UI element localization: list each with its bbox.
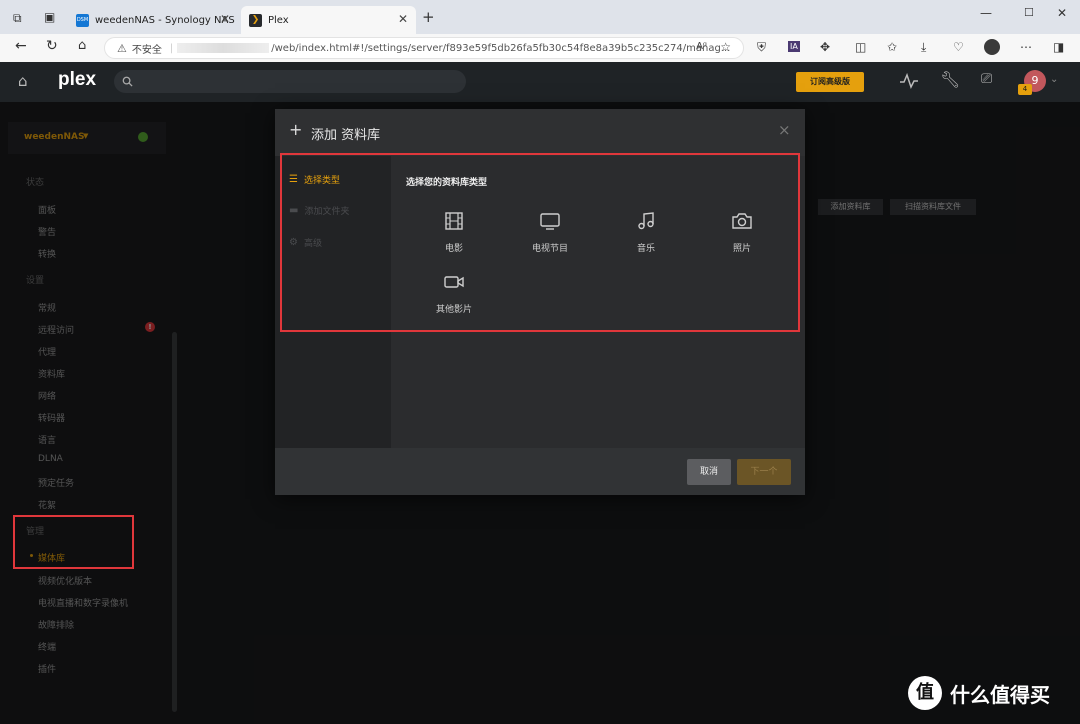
tab-strip: ⧉ ▣ DSM weedenNAS - Synology NAS ✕ ❯ Ple… xyxy=(0,0,1080,34)
dsm-favicon-icon: DSM xyxy=(76,13,89,27)
warning-icon: ⚠ xyxy=(117,41,127,55)
annotation-box-media-library xyxy=(13,515,134,569)
minimize-icon[interactable]: — xyxy=(980,6,992,20)
security-label: 不安全 xyxy=(131,44,162,56)
favorites-icon[interactable]: ✩ xyxy=(887,40,897,54)
search-icon xyxy=(122,76,133,87)
plus-icon: + xyxy=(289,120,303,139)
redacted-host xyxy=(177,43,270,53)
notification-badge: 4 xyxy=(1018,84,1032,95)
url-field[interactable]: ⚠ 不安全 | /web/index.html#!/settings/serve… xyxy=(104,37,744,59)
modal-title: 添加 资料库 xyxy=(311,128,381,143)
modal-footer: 取消 下一个 xyxy=(275,448,805,495)
tab-synology[interactable]: DSM weedenNAS - Synology NAS ✕ xyxy=(68,6,238,34)
tab-title: Plex xyxy=(268,14,289,26)
close-tab-icon[interactable]: ✕ xyxy=(220,12,230,26)
annotation-box-type-selection xyxy=(280,153,800,332)
plex-favicon-icon: ❯ xyxy=(249,13,262,27)
tab-title: weedenNAS - Synology NAS xyxy=(95,14,235,26)
url-text: /web/index.html#!/settings/server/f893e5… xyxy=(271,42,731,54)
performance-icon[interactable]: ♡ xyxy=(953,40,964,54)
more-menu-icon[interactable]: ⋯ xyxy=(1020,40,1032,54)
plex-topbar: ⌂ plex 订阅高级版 🔧︎ ⎚ 9 4 ⌄ xyxy=(0,62,1080,102)
favorite-star-icon[interactable]: ☆ xyxy=(720,40,731,54)
premium-button[interactable]: 订阅高级版 xyxy=(796,72,864,92)
watermark-logo-icon: 值 xyxy=(908,676,942,710)
watermark: 值 什么值得买 xyxy=(908,676,1050,710)
sidebar-toggle-icon[interactable]: ◨ xyxy=(1053,40,1064,54)
maximize-icon[interactable]: ☐ xyxy=(1024,6,1034,19)
tab-plex[interactable]: ❯ Plex ✕ xyxy=(241,6,416,34)
shield-extension-icon[interactable]: ⛨ xyxy=(757,40,766,55)
ia-extension-icon[interactable]: IA xyxy=(788,41,800,52)
close-window-icon[interactable]: ✕ xyxy=(1057,6,1067,20)
home-icon[interactable]: ⌂ xyxy=(18,72,28,90)
activity-icon[interactable] xyxy=(899,73,919,89)
cast-icon[interactable]: ⎚ xyxy=(981,71,992,87)
url-divider: | xyxy=(169,42,174,54)
read-aloud-icon[interactable]: Aᵅ xyxy=(696,41,707,52)
search-input[interactable] xyxy=(114,70,466,93)
address-bar: ← ↻ ⌂ ⚠ 不安全 | /web/index.html#!/settings… xyxy=(0,34,1080,62)
chevron-down-icon[interactable]: ⌄ xyxy=(1050,74,1058,85)
refresh-icon[interactable]: ↻ xyxy=(46,38,58,54)
close-icon[interactable]: × xyxy=(778,121,791,139)
workspaces-icon[interactable]: ⧉ xyxy=(13,11,22,26)
plex-app: ⌂ plex 订阅高级版 🔧︎ ⎚ 9 4 ⌄ weedenNAS ▼ 状态 面… xyxy=(0,62,1080,724)
split-screen-icon[interactable]: ◫ xyxy=(855,40,866,54)
profile-avatar[interactable] xyxy=(984,39,1000,55)
tab-actions-icon[interactable]: ▣ xyxy=(44,10,55,24)
settings-wrench-icon[interactable]: 🔧︎ xyxy=(940,70,960,89)
plex-logo[interactable]: plex xyxy=(58,69,96,91)
browser-chrome: ⧉ ▣ DSM weedenNAS - Synology NAS ✕ ❯ Ple… xyxy=(0,0,1080,62)
watermark-text: 什么值得买 xyxy=(950,682,1050,707)
close-tab-icon[interactable]: ✕ xyxy=(398,12,408,26)
new-tab-button[interactable]: + xyxy=(422,8,435,26)
cancel-button[interactable]: 取消 xyxy=(687,459,731,485)
next-button[interactable]: 下一个 xyxy=(737,459,791,485)
modal-header: + 添加 资料库 × xyxy=(275,109,805,156)
home-icon[interactable]: ⌂ xyxy=(78,38,86,53)
back-icon[interactable]: ← xyxy=(15,38,27,54)
downloads-icon[interactable]: ⤓ xyxy=(921,40,926,55)
extensions-icon[interactable]: ✥ xyxy=(820,40,830,54)
